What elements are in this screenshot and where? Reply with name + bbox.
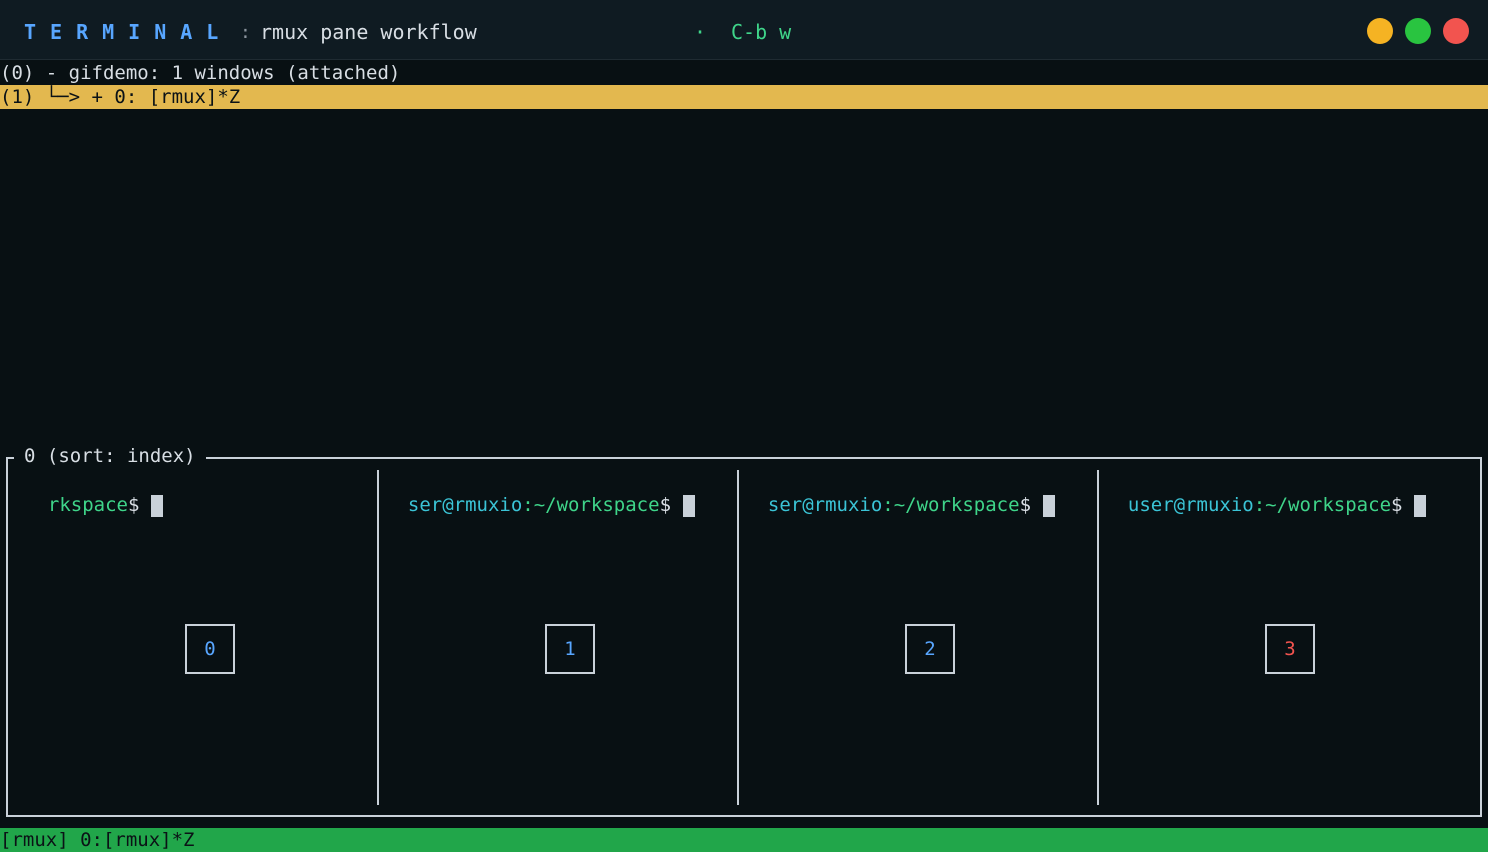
minimize-button[interactable] [1367, 18, 1393, 44]
close-button[interactable] [1443, 18, 1469, 44]
pane-number-3-active[interactable]: 3 [1265, 624, 1315, 674]
pane-3-prompt[interactable]: user@rmuxio:~/workspace$ [1105, 469, 1427, 517]
prompt-path: rkspace [47, 494, 128, 516]
pane-number-1[interactable]: 1 [545, 624, 595, 674]
pane-2-prompt[interactable]: ser@rmuxio:~/workspace$ [745, 469, 1056, 517]
preview-label: 0 (sort: index) [14, 444, 206, 468]
pane-divider [737, 470, 739, 805]
pane-number-2[interactable]: 2 [905, 624, 955, 674]
app-brand: TERMINAL [24, 20, 233, 44]
pane-divider [377, 470, 379, 805]
status-bar: [rmux] 0:[rmux]*Z [0, 828, 1488, 852]
title-bar: TERMINAL : rmux pane workflow · C-b w [0, 0, 1488, 60]
tree-session-line[interactable]: (0) - gifdemo: 1 windows (attached) [0, 61, 1488, 85]
keybinding-hint: C-b w [731, 20, 792, 44]
title-separator: : [240, 22, 251, 43]
prompt-symbol: $ [1391, 494, 1403, 516]
window-title: rmux pane workflow [260, 20, 477, 44]
prompt-user: ser@rmuxio [767, 494, 883, 516]
pane-0-prompt[interactable]: rkspace$ [25, 469, 164, 517]
prompt-symbol: $ [127, 494, 140, 516]
cursor [683, 494, 696, 517]
prompt-user: user@rmuxio [1127, 494, 1254, 516]
cursor [1043, 494, 1056, 517]
prompt-symbol: $ [659, 494, 672, 516]
prompt-path: :~/workspace [1253, 494, 1392, 516]
prompt-user: ser@rmuxio [407, 494, 523, 516]
pane-1-prompt[interactable]: ser@rmuxio:~/workspace$ [385, 469, 696, 517]
title-dot: · [694, 20, 707, 44]
pane-divider [1097, 470, 1099, 805]
maximize-button[interactable] [1405, 18, 1431, 44]
tree-window-line-selected[interactable]: (1) └─> + 0: [rmux]*Z [0, 85, 1488, 109]
prompt-path: :~/workspace [882, 494, 1020, 516]
cursor [151, 494, 164, 517]
pane-number-0[interactable]: 0 [185, 624, 235, 674]
cursor [1414, 494, 1427, 517]
prompt-symbol: $ [1019, 494, 1032, 516]
prompt-path: :~/workspace [522, 494, 660, 516]
